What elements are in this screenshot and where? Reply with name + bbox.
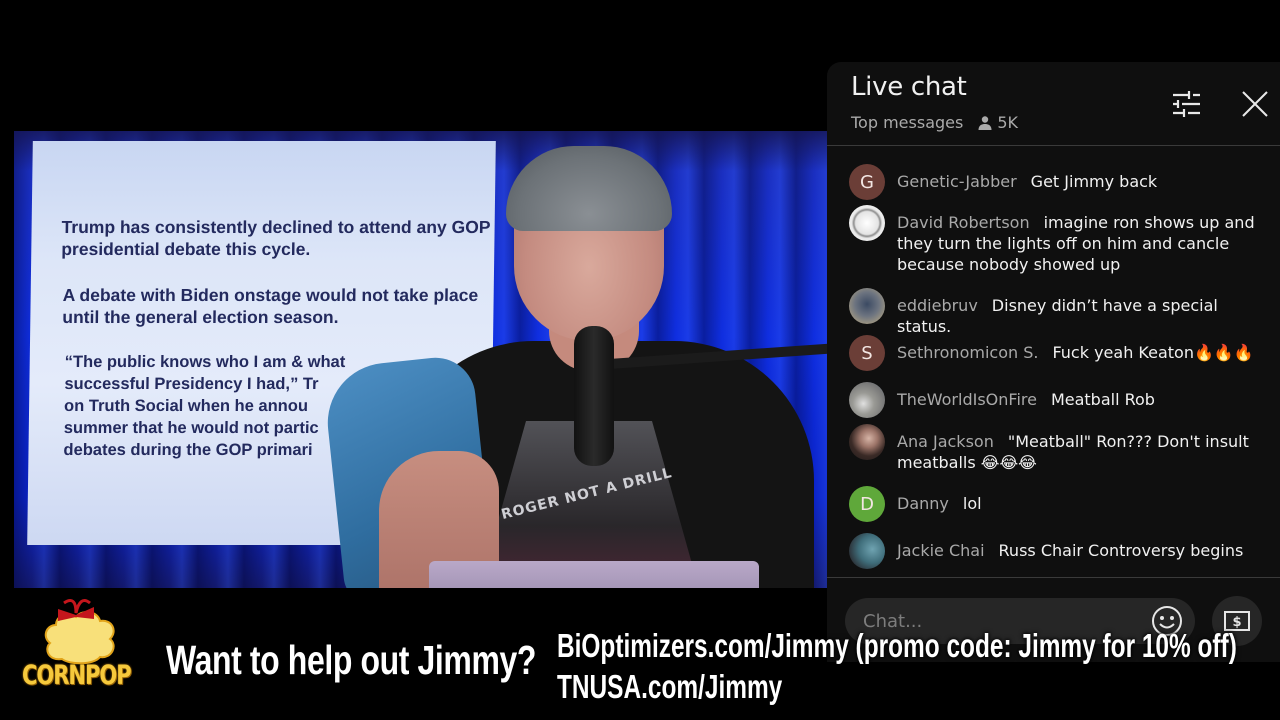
chat-message: D Danny lol (849, 486, 1269, 522)
banner-headline: Want to help out Jimmy? (166, 637, 537, 683)
message-body: Genetic-Jabber Get Jimmy back (897, 171, 1269, 192)
microphone (574, 326, 614, 466)
avatar[interactable]: G (849, 164, 885, 200)
message-author[interactable]: Jackie Chai (897, 541, 985, 560)
video-player[interactable]: Trump has consistently declined to atten… (14, 131, 828, 588)
close-icon (1242, 91, 1268, 117)
chat-message: S Sethronomicon S. Fuck yeah Keaton🔥🔥🔥 (849, 335, 1269, 371)
chat-message: David Robertson imagine ron shows up and … (849, 205, 1269, 275)
message-body: Jackie Chai Russ Chair Controversy begins (897, 540, 1269, 561)
avatar[interactable] (849, 205, 885, 241)
message-body: Danny lol (897, 493, 1269, 514)
message-body: eddiebruv Disney didn’t have a special st… (897, 295, 1269, 337)
avatar[interactable] (849, 424, 885, 460)
viewer-count: 5K (977, 113, 1018, 132)
logo-text: CORNPOP (22, 660, 132, 690)
chat-message: G Genetic-Jabber Get Jimmy back (849, 164, 1269, 200)
banner-promo-line-2: TNUSA.com/Jimmy (557, 668, 783, 705)
host-figure: ROGER NOT A DRILL (321, 146, 828, 588)
avatar[interactable] (849, 533, 885, 569)
message-text: Fuck yeah Keaton🔥🔥🔥 (1052, 343, 1254, 362)
message-author[interactable]: Ana Jackson (897, 432, 994, 451)
message-text: lol (962, 494, 982, 513)
chat-settings-button[interactable] (1169, 86, 1205, 122)
popcorn-icon (44, 599, 115, 665)
message-author[interactable]: eddiebruv (897, 296, 978, 315)
message-body: TheWorldIsOnFire Meatball Rob (897, 389, 1269, 410)
message-text: Meatball Rob (1050, 390, 1155, 409)
message-body: Ana Jackson "Meatball" Ron??? Don't insul… (897, 431, 1269, 473)
live-chat-panel: Live chat Top messages 5K G Genetic-Jabb… (827, 62, 1280, 662)
message-author[interactable]: David Robertson (897, 213, 1030, 232)
avatar[interactable] (849, 382, 885, 418)
viewer-count-value: 5K (997, 113, 1018, 132)
chat-message-list[interactable]: G Genetic-Jabber Get Jimmy back David Rob… (827, 147, 1280, 577)
chat-header: Live chat Top messages 5K (827, 62, 1280, 146)
sliders-icon (1173, 91, 1200, 117)
chat-message: Ana Jackson "Meatball" Ron??? Don't insul… (849, 424, 1269, 473)
chat-message: Jackie Chai Russ Chair Controversy begins (849, 533, 1269, 569)
message-body: David Robertson imagine ron shows up and … (897, 212, 1269, 275)
message-body: Sethronomicon S. Fuck yeah Keaton🔥🔥🔥 (897, 342, 1269, 363)
message-author[interactable]: Danny (897, 494, 949, 513)
chat-mode-label[interactable]: Top messages (851, 113, 963, 132)
chat-message: eddiebruv Disney didn’t have a special st… (849, 288, 1269, 337)
chat-mode-selector[interactable]: Top messages 5K (851, 113, 1018, 132)
chat-title: Live chat (851, 72, 967, 102)
avatar[interactable] (849, 288, 885, 324)
banner-promo-line-1: BiOptimizers.com/Jimmy (promo code: Jimm… (557, 627, 1237, 664)
host-hair (506, 146, 672, 231)
chat-message: TheWorldIsOnFire Meatball Rob (849, 382, 1269, 418)
laptop (429, 561, 759, 588)
message-text: Russ Chair Controversy begins (998, 541, 1244, 560)
avatar[interactable]: S (849, 335, 885, 371)
close-chat-button[interactable] (1237, 86, 1273, 122)
person-icon (978, 115, 992, 130)
message-author[interactable]: Genetic-Jabber (897, 172, 1017, 191)
cornpop-logo: CORNPOP (20, 597, 140, 697)
message-author[interactable]: Sethronomicon S. (897, 343, 1038, 362)
message-author[interactable]: TheWorldIsOnFire (897, 390, 1037, 409)
message-text: Get Jimmy back (1030, 172, 1158, 191)
avatar[interactable]: D (849, 486, 885, 522)
